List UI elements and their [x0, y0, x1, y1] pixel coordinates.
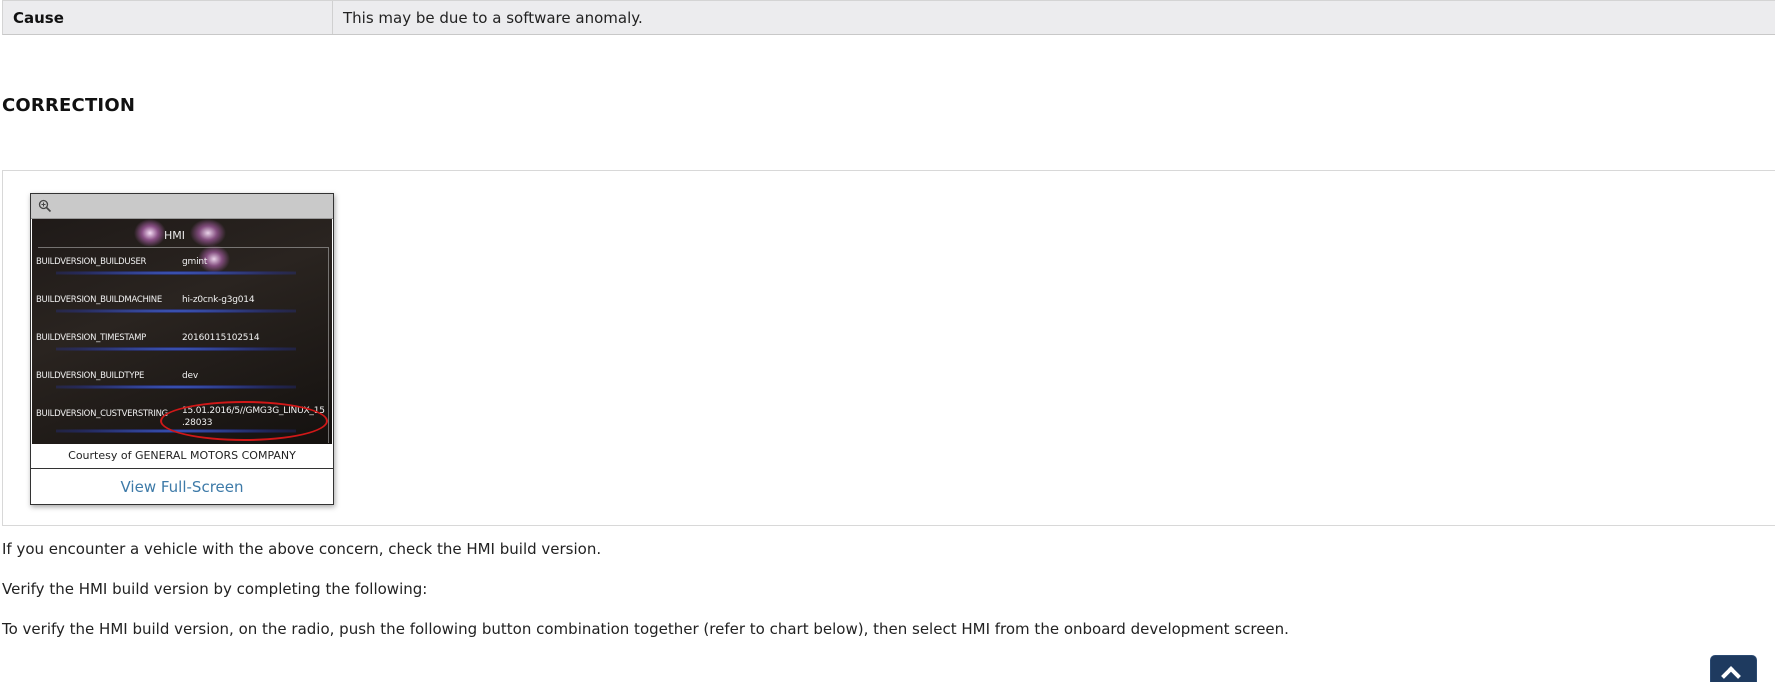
- hmi-row-key: BUILDVERSION_TIMESTAMP: [36, 333, 146, 343]
- hmi-row-value: dev: [182, 371, 198, 381]
- row-glow: [56, 347, 296, 351]
- row-glow: [56, 271, 296, 275]
- cause-label: Cause: [3, 1, 333, 34]
- paragraph-button-combination: To verify the HMI build version, on the …: [2, 620, 1289, 638]
- back-to-top-button[interactable]: [1711, 656, 1756, 682]
- hmi-row-value: gmint: [182, 257, 208, 267]
- highlight-oval: [160, 401, 328, 441]
- hmi-row-key: BUILDVERSION_BUILDTYPE: [36, 371, 145, 381]
- row-glow: [56, 385, 296, 389]
- hmi-row: BUILDVERSION_BUILDUSER gmint: [36, 257, 326, 275]
- hmi-row-key: BUILDVERSION_BUILDMACHINE: [36, 295, 162, 305]
- cause-value: This may be due to a software anomaly.: [343, 9, 643, 27]
- correction-heading: CORRECTION: [2, 95, 136, 116]
- zoom-in-icon[interactable]: [38, 199, 52, 213]
- chevron-up-icon: [1721, 666, 1741, 682]
- hmi-row-value: hi-z0cnk-g3g014: [182, 295, 255, 305]
- hmi-row: BUILDVERSION_BUILDTYPE dev: [36, 371, 326, 389]
- cause-table-row: Cause This may be due to a software anom…: [2, 0, 1775, 35]
- image-caption: Courtesy of GENERAL MOTORS COMPANY: [31, 444, 333, 469]
- hmi-screen-title: HMI: [164, 229, 186, 242]
- image-thumbnail-card: HMI BUILDVERSION_BUILDUSER gmint BUILDVE…: [30, 193, 334, 505]
- paragraph-verify-hmi: Verify the HMI build version by completi…: [2, 580, 428, 598]
- row-glow: [56, 309, 296, 313]
- hmi-screen-photo[interactable]: HMI BUILDVERSION_BUILDUSER gmint BUILDVE…: [32, 219, 332, 444]
- thumbnail-toolbar: [31, 194, 333, 219]
- document-page: Cause This may be due to a software anom…: [0, 0, 1775, 682]
- view-full-screen-link[interactable]: View Full-Screen: [31, 469, 333, 505]
- paragraph-check-hmi: If you encounter a vehicle with the abov…: [2, 540, 602, 558]
- hmi-row: BUILDVERSION_BUILDMACHINE hi-z0cnk-g3g01…: [36, 295, 326, 313]
- hmi-row-key: BUILDVERSION_CUSTVERSTRING: [36, 409, 168, 419]
- hmi-row: BUILDVERSION_TIMESTAMP 20160115102514: [36, 333, 326, 351]
- figure-container: HMI BUILDVERSION_BUILDUSER gmint BUILDVE…: [2, 170, 1775, 526]
- hmi-row-value: 20160115102514: [182, 333, 260, 343]
- hmi-row-key: BUILDVERSION_BUILDUSER: [36, 257, 147, 267]
